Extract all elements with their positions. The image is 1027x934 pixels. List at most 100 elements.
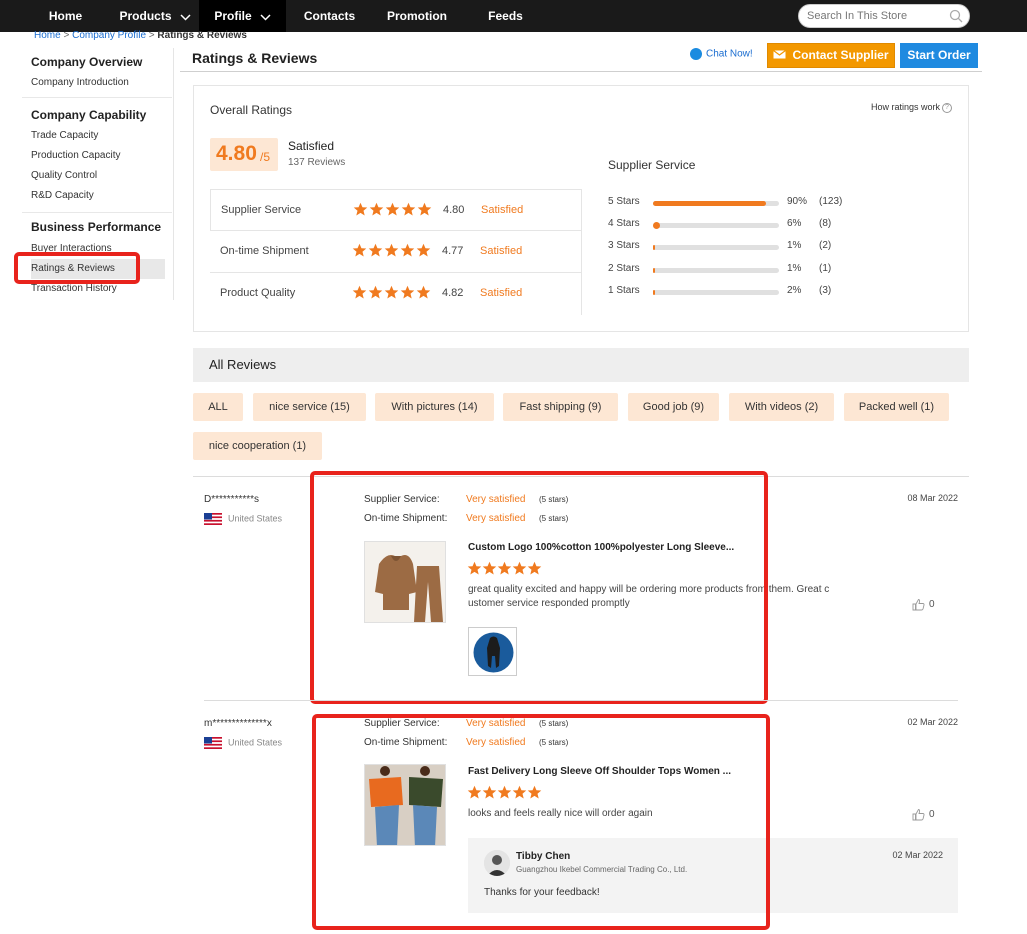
- breadcrumb-separator: >: [148, 30, 155, 41]
- rating-metrics: Supplier Service 4.80 Satisfied On-time …: [210, 189, 582, 315]
- review-date: 02 Mar 2022: [907, 717, 958, 727]
- sidebar-item-trade-capacity[interactable]: Trade Capacity: [31, 130, 98, 141]
- filter-tag-with-pictures[interactable]: With pictures (14): [375, 393, 494, 421]
- filter-tag-fast-shipping[interactable]: Fast shipping (9): [503, 393, 618, 421]
- distribution-bar: [653, 201, 779, 206]
- sidebar-item-rd-capacity[interactable]: R&D Capacity: [31, 190, 94, 201]
- distribution-count: (1): [819, 263, 832, 274]
- sidebar-heading-company-capability: Company Capability: [31, 108, 147, 122]
- reviewer-country: United States: [204, 513, 282, 525]
- nav-profile[interactable]: Profile: [199, 0, 286, 32]
- filter-tag-nice-service[interactable]: nice service (15): [253, 393, 366, 421]
- nav-products[interactable]: Products: [112, 0, 198, 32]
- nav-products-label: Products: [119, 9, 172, 23]
- chat-now-link[interactable]: Chat Now!: [690, 48, 753, 60]
- distribution-count: (2): [819, 240, 832, 251]
- like-button[interactable]: 0: [912, 598, 935, 611]
- overall-ratings-panel: Overall Ratings How ratings work? 4.80 /…: [193, 85, 969, 332]
- reply-date: 02 Mar 2022: [892, 850, 943, 860]
- five-star-rating-icon: [352, 243, 432, 258]
- distribution-bar-fill: [653, 268, 655, 273]
- sidebar-divider: [22, 97, 172, 98]
- thumbs-up-icon: [912, 809, 925, 821]
- search-icon[interactable]: [949, 9, 963, 26]
- sidebar-item-company-introduction[interactable]: Company Introduction: [31, 77, 129, 88]
- filter-tag-packed-well[interactable]: Packed well (1): [844, 393, 949, 421]
- nav-promotion[interactable]: Promotion: [382, 0, 452, 32]
- metric-name: Product Quality: [220, 287, 296, 299]
- overall-ratings-title: Overall Ratings: [210, 103, 293, 117]
- how-ratings-work-link[interactable]: How ratings work?: [871, 102, 952, 113]
- us-flag-icon: [204, 737, 222, 749]
- sidebar-item-production-capacity[interactable]: Production Capacity: [31, 150, 121, 161]
- all-reviews-header: All Reviews: [193, 348, 969, 382]
- distribution-count: (3): [819, 285, 832, 296]
- distribution-bar: [653, 245, 779, 250]
- filter-tag-good-job[interactable]: Good job (9): [628, 393, 719, 421]
- all-reviews-title: All Reviews: [209, 357, 277, 372]
- us-flag-icon: [204, 513, 222, 525]
- nav-profile-label: Profile: [214, 9, 252, 23]
- how-ratings-work-label: How ratings work: [870, 102, 940, 112]
- supplier-service-distribution-title: Supplier Service: [608, 158, 696, 172]
- nav-contacts[interactable]: Contacts: [297, 0, 362, 32]
- reviewer-country: United States: [204, 737, 282, 749]
- reviews-divider: [204, 700, 958, 701]
- reviewer-name: m**************x: [204, 718, 272, 729]
- distribution-bar: [653, 290, 779, 295]
- sidebar-item-quality-control[interactable]: Quality Control: [31, 170, 97, 181]
- breadcrumb-separator: >: [63, 30, 70, 41]
- distribution-bar-fill: [653, 201, 767, 206]
- distribution-bar: [653, 268, 779, 273]
- distribution-count: (8): [819, 218, 832, 229]
- metric-satisfaction: Satisfied: [481, 204, 524, 216]
- country-name: United States: [228, 737, 283, 748]
- start-order-button[interactable]: Start Order: [900, 43, 978, 68]
- distribution-bar-fill: [653, 222, 660, 229]
- breadcrumb: Home > Company Profile > Ratings & Revie…: [34, 30, 247, 41]
- distribution-percent: 1%: [787, 263, 802, 274]
- nav-home[interactable]: Home: [38, 0, 93, 32]
- breadcrumb-profile[interactable]: Company Profile: [72, 30, 146, 41]
- distribution-percent: 1%: [787, 240, 802, 251]
- star-level-label: 4 Stars: [608, 218, 640, 229]
- distribution-count: (123): [819, 196, 843, 207]
- distribution-bar: [653, 222, 779, 229]
- metric-row-supplier-service: Supplier Service 4.80 Satisfied: [210, 189, 582, 231]
- breadcrumb-current: Ratings & Reviews: [157, 30, 247, 41]
- distribution-bar-fill: [653, 290, 655, 295]
- breadcrumb-home[interactable]: Home: [34, 30, 61, 41]
- filter-tag-with-videos[interactable]: With videos (2): [729, 393, 834, 421]
- sidebar-heading-company-overview: Company Overview: [31, 55, 143, 69]
- contact-supplier-label: Contact Supplier: [792, 48, 889, 62]
- like-count: 0: [929, 599, 935, 611]
- chevron-down-icon: [179, 1, 191, 33]
- five-star-rating-icon: [352, 285, 432, 300]
- filter-tag-nice-cooperation[interactable]: nice cooperation (1): [193, 432, 322, 460]
- chat-icon: [690, 48, 702, 60]
- sidebar-divider: [22, 212, 172, 213]
- star-level-label: 2 Stars: [608, 263, 640, 274]
- five-star-rating-icon: [353, 202, 433, 217]
- store-search: [798, 4, 970, 28]
- metric-row-on-time-shipment: On-time Shipment 4.77 Satisfied: [210, 231, 582, 273]
- highlight-annotation-box: [14, 252, 140, 284]
- sidebar-item-transaction-history[interactable]: Transaction History: [31, 283, 117, 294]
- metric-name: Supplier Service: [221, 204, 302, 216]
- title-divider: [180, 71, 982, 72]
- thumbs-up-icon: [912, 599, 925, 611]
- distribution-bar-fill: [653, 245, 655, 250]
- reviewer-name: D***********s: [204, 494, 260, 505]
- search-input[interactable]: [807, 8, 947, 24]
- like-button[interactable]: 0: [912, 808, 935, 821]
- filter-tag-all[interactable]: ALL: [193, 393, 243, 421]
- metric-row-product-quality: Product Quality 4.82 Satisfied: [210, 273, 582, 315]
- chat-now-label: Chat Now!: [706, 48, 753, 60]
- country-name: United States: [228, 513, 283, 524]
- metric-satisfaction: Satisfied: [480, 245, 523, 257]
- like-count: 0: [929, 809, 935, 821]
- metric-name: On-time Shipment: [220, 245, 309, 257]
- nav-feeds[interactable]: Feeds: [478, 0, 533, 32]
- contact-supplier-button[interactable]: Contact Supplier: [767, 43, 895, 68]
- metric-value: 4.82: [442, 287, 464, 299]
